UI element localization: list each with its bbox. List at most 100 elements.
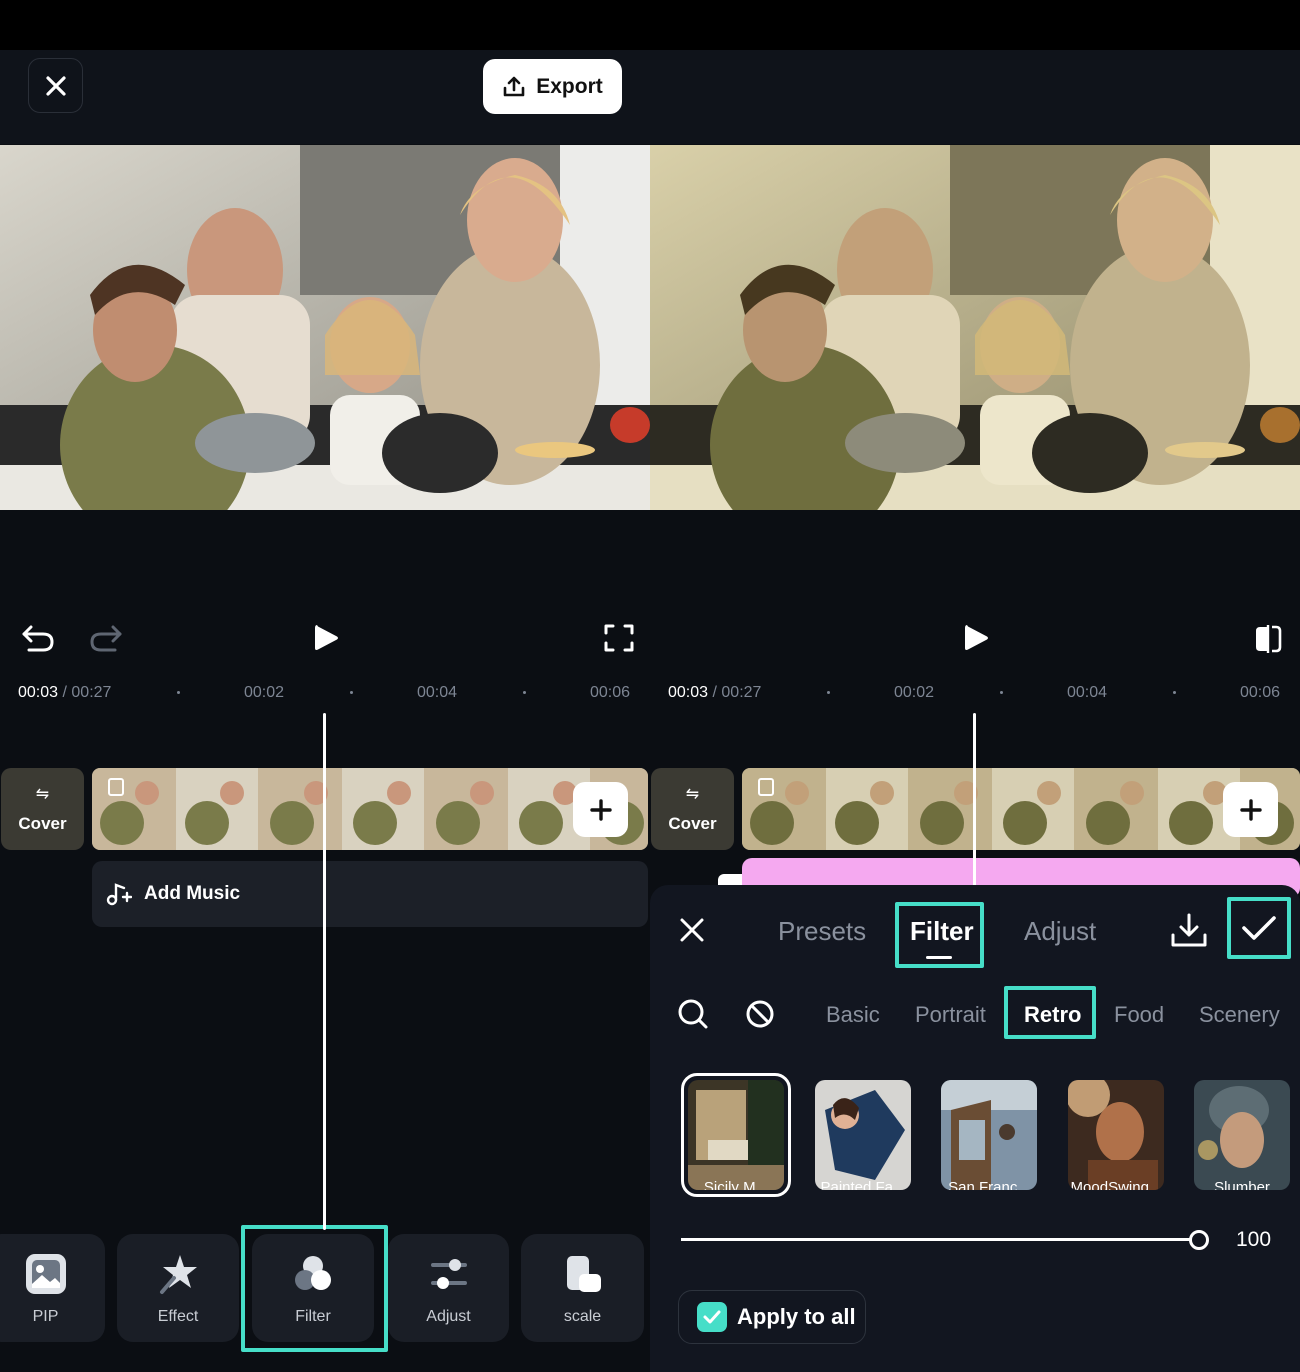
search-button[interactable] [676,997,710,1031]
checkmark-icon [703,1310,721,1324]
tool-label: Adjust [426,1308,471,1325]
category-food[interactable]: Food [1114,1002,1164,1028]
tab-presets[interactable]: Presets [778,916,866,947]
cover-label: Cover [668,814,717,833]
cover-label: Cover [18,814,67,833]
close-button[interactable] [28,58,83,113]
music-note-icon [106,883,132,906]
ruler-tick: 00:02 [244,684,285,701]
ruler-dot [1173,691,1176,694]
play-button[interactable] [308,618,344,658]
download-icon [1171,913,1207,947]
tool-label: scale [563,1308,602,1325]
cover-thumbnail[interactable]: ⇋ Cover [651,768,734,850]
play-icon [315,625,338,650]
apply-to-all-label: Apply to all [737,1304,856,1329]
intensity-slider-knob[interactable] [1189,1230,1209,1250]
cover-thumbnail[interactable]: ⇋ Cover [1,768,84,850]
status-bar [0,0,1300,50]
confirm-button[interactable] [1227,897,1291,959]
filter-thumb-slumber[interactable]: Slumber [1194,1080,1290,1190]
undo-icon [22,625,54,652]
redo-icon [90,625,122,652]
pip-icon [25,1254,66,1294]
compare-button[interactable] [1252,623,1284,655]
close-icon [680,918,704,942]
category-basic[interactable]: Basic [826,1002,880,1028]
category-portrait[interactable]: Portrait [915,1002,986,1028]
fullscreen-button[interactable] [602,621,636,655]
category-scenery[interactable]: Scenery [1199,1002,1280,1028]
video-preview-original[interactable] [0,145,650,510]
tool-scale[interactable]: scale [521,1234,644,1342]
filter-tab-highlight [895,902,984,968]
clip-badge-icon [758,778,774,796]
tool-effect[interactable]: Effect [117,1234,239,1342]
filter-preview-image [1194,1080,1290,1190]
ruler-tick: 00:04 [1067,684,1108,701]
plus-icon [1239,798,1262,821]
play-button[interactable] [958,618,994,658]
close-icon [45,75,66,96]
kitchen-scene-retro-image [650,145,1300,510]
download-button[interactable] [1168,910,1210,952]
filter-label: MoodSwing... [1070,1179,1162,1190]
swap-icon: ⇋ [685,786,700,803]
fullscreen-icon [604,624,634,652]
play-icon [965,625,988,650]
intensity-slider-track[interactable] [681,1238,1199,1241]
filter-label: Painted Fa... [820,1179,906,1190]
filter-label: San Franc... [948,1179,1030,1190]
filter-preview-image [941,1080,1037,1190]
filter-preview-image [1068,1080,1164,1190]
add-clip-button[interactable] [573,782,628,837]
filter-preview-image [815,1080,911,1190]
playhead[interactable] [973,713,976,888]
add-music-button[interactable]: Add Music [92,861,648,927]
kitchen-scene-image [0,145,650,510]
swap-icon: ⇋ [35,786,50,803]
playback-time: 00:03 / 00:27 [18,684,112,701]
tool-pip[interactable]: PIP [0,1234,105,1342]
ruler-tick: 00:02 [894,684,935,701]
playback-time: 00:03 / 00:27 [668,684,762,701]
effect-icon [160,1255,197,1294]
ruler-dot [177,691,180,694]
add-music-label: Add Music [144,883,241,904]
filter-thumb-sanfran[interactable]: San Franc... [941,1080,1037,1190]
clip-badge-icon [108,778,124,796]
scale-icon [566,1256,601,1292]
export-button[interactable]: Export [483,59,622,114]
filter-thumb-moodswing[interactable]: MoodSwing... [1068,1080,1164,1190]
add-clip-button[interactable] [1223,782,1278,837]
filter-tool-highlight [241,1225,388,1352]
clip-frames [742,768,1300,850]
ruler-dot [350,691,353,694]
tab-adjust[interactable]: Adjust [1024,916,1096,947]
panel-close-button[interactable] [674,912,710,948]
filter-preview-image [688,1080,784,1190]
filter-thumb-painted[interactable]: Painted Fa... [815,1080,911,1190]
tool-label: Effect [157,1308,199,1325]
compare-icon [1256,625,1282,653]
playhead[interactable] [323,713,326,1230]
video-preview-filtered[interactable] [650,145,1300,510]
filter-thumb-sicily[interactable]: Sicily M... [688,1080,784,1190]
tool-adjust[interactable]: Adjust [388,1234,509,1342]
adjust-icon [430,1259,467,1289]
video-clip-strip[interactable] [92,768,648,850]
filter-label: Sicily M... [703,1179,769,1190]
tool-label: PIP [32,1308,59,1325]
no-filter-button[interactable] [743,997,777,1031]
apply-checkbox[interactable] [697,1302,727,1332]
undo-button[interactable] [20,620,56,656]
ruler-dot [1000,691,1003,694]
redo-button[interactable] [88,620,124,656]
apply-to-all-toggle[interactable]: Apply to all [678,1290,866,1344]
video-clip-strip[interactable] [742,768,1300,850]
ruler-dot [827,691,830,694]
ruler-tick: 00:04 [417,684,458,701]
ruler-dot [523,691,526,694]
intensity-value: 100 [1236,1228,1272,1251]
search-icon [678,999,708,1029]
